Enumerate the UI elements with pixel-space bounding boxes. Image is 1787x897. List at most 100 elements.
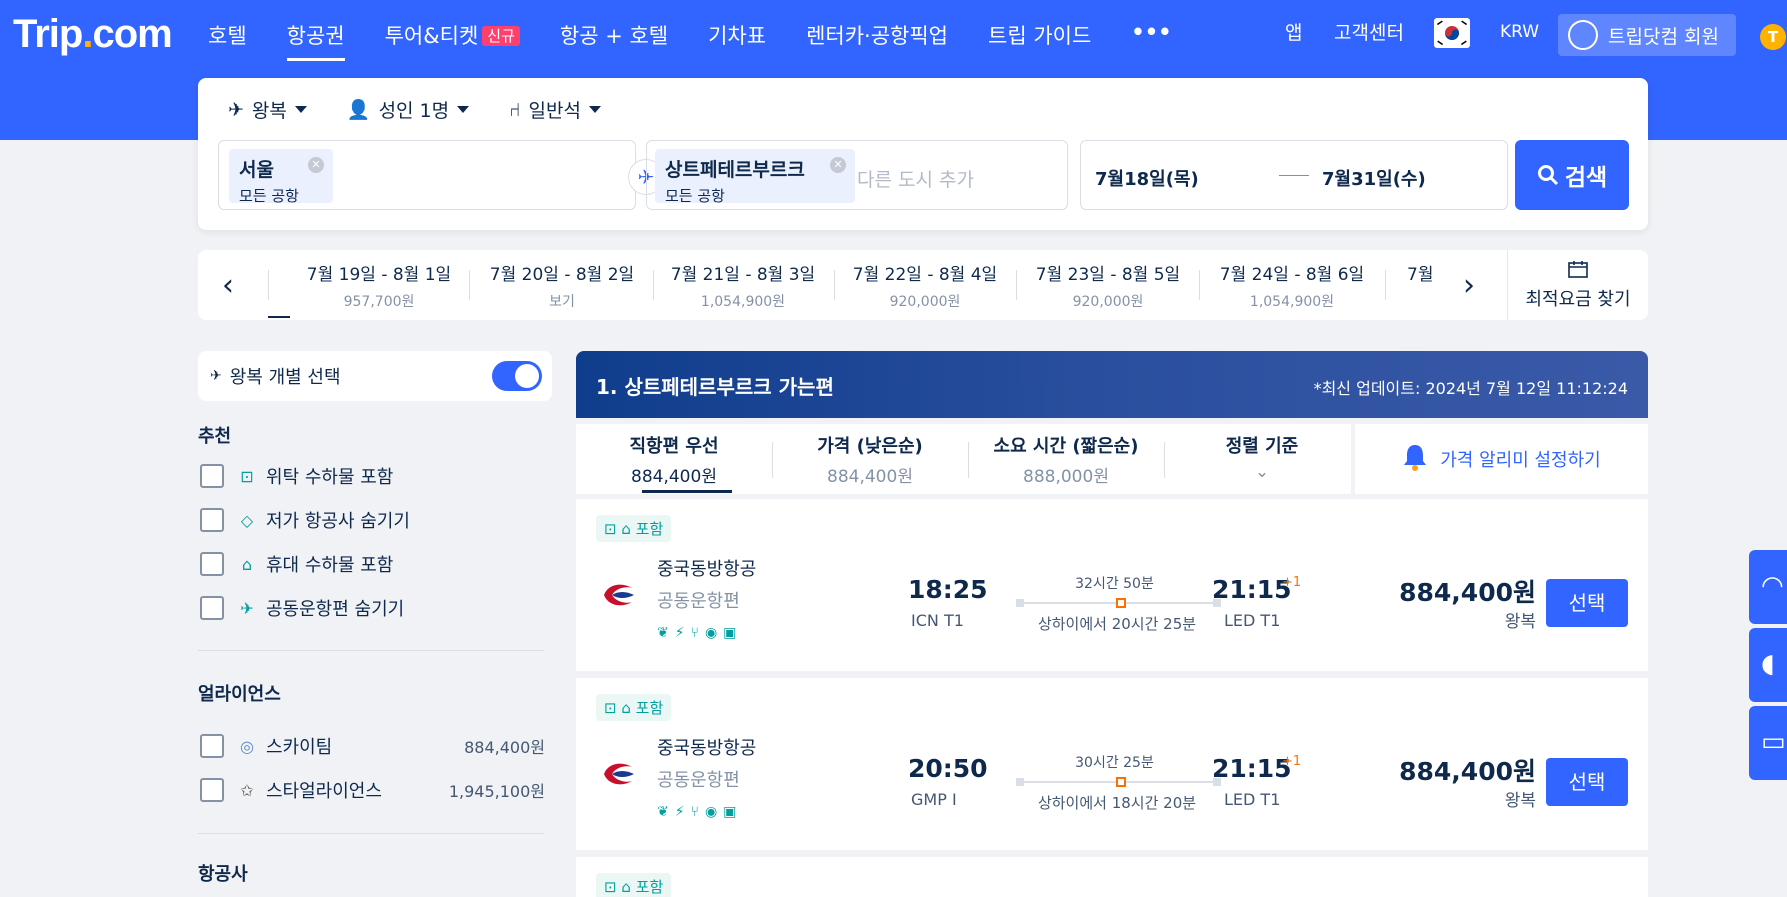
date-option[interactable]: 7월 20일 - 8월 2일 보기 [472,260,652,311]
flight-price: 884,400원 [1399,757,1536,786]
nav-hotels[interactable]: 호텔 [208,20,247,50]
date-price: 1,054,900원 [700,294,786,310]
select-flight-button[interactable]: 선택 [1546,579,1628,627]
search-button[interactable]: 검색 [1515,140,1629,210]
codeshare-label: 공동운항편 [657,770,740,791]
date-option[interactable]: 7월 22일 - 8월 4일 920,000원 [835,260,1015,311]
remove-origin-icon[interactable]: ✕ [308,157,324,173]
search-icon [1537,165,1558,186]
filter-hide-codeshare[interactable]: ✈ 공동운항편 숨기기 [200,595,545,621]
member-button[interactable]: 트립닷컴 회원 [1558,14,1736,56]
flight-card[interactable]: ⊡ ⌂ 포함 중국동방항공 공동운항편 ❦⚡⑂◉▣ 20:50 GMP I 30… [576,678,1648,850]
caret-down-icon [589,106,601,113]
price-alert-button[interactable]: 가격 알리미 설정하기 [1355,424,1648,494]
headset-side-icon[interactable]: ◖ [1749,628,1787,702]
calendar-icon [1508,260,1648,283]
tag-label: 포함 [635,520,664,538]
sort-label: 직항편 우선 [629,436,719,457]
korea-flag-icon[interactable] [1434,18,1470,48]
sort-label: 가격 (낮은순) [817,436,923,457]
feedback-side-icon[interactable]: ◠ [1749,550,1787,624]
arrival-time: 21:15 [1212,754,1292,783]
bell-icon [1402,443,1428,476]
recommend-title: 추천 [198,426,232,447]
date-option-partial[interactable]: 7월 [1407,260,1433,285]
departure-time: 18:25 [908,575,988,604]
flight-card[interactable]: ⊡ ⌂ 포함 [576,857,1648,897]
separate-select-toggle[interactable] [492,361,542,391]
filter-checked-baggage[interactable]: ⊡ 위탁 수하물 포함 [200,463,545,489]
cheapest-fare-button[interactable]: 최적요금 찾기 [1507,250,1648,320]
date-option[interactable]: 7월 23일 - 8월 5일 920,000원 [1018,260,1198,311]
date-divider [268,270,269,300]
checkbox[interactable] [200,596,224,620]
destination-chip[interactable]: 상트페테르부르크 모든 공항 ✕ [655,149,855,205]
caret-down-icon [457,106,470,113]
origin-chip[interactable]: 서울 모든 공항 ✕ [229,149,333,205]
trip-type-label: 왕복 [251,100,287,122]
nav-trains[interactable]: 기차표 [708,20,766,50]
select-flight-button[interactable]: 선택 [1546,758,1628,806]
return-date[interactable]: 7월31일(수) [1322,165,1426,191]
checkbox[interactable] [200,464,224,488]
flight-card[interactable]: ⊡ ⌂ 포함 중국동방항공 공동운항편 ❦⚡⑂◉▣ 18:25 ICN T1 3… [576,499,1648,671]
cabin-select[interactable]: ⑁ 일반석 [509,96,601,123]
support-link[interactable]: 고객센터 [1334,18,1404,45]
checkbox[interactable] [200,734,224,758]
trip-logo[interactable]: Trip.com [13,12,173,57]
price-alert-label: 가격 알리미 설정하기 [1440,450,1601,471]
date-option[interactable]: 7월 19일 - 8월 1일 957,700원 [289,260,469,311]
sort-duration[interactable]: 소요 시간 (짧은순) 888,000원 [968,432,1164,487]
date-field[interactable]: 7월18일(목) 7월31일(수) [1080,140,1508,210]
filter-carry-on[interactable]: ⌂ 휴대 수하물 포함 [200,551,545,577]
prev-dates-icon[interactable]: ‹ [222,268,234,303]
nav-car-rental[interactable]: 렌터카·공항픽업 [806,20,948,50]
next-day-indicator: +1 [1282,754,1302,769]
nav-links: 호텔 항공권 투어&티켓 신규 항공 + 호텔 기차표 렌터카·공항픽업 트립 가… [208,20,1212,61]
luggage-icon: ⊡ ⌂ [604,520,636,538]
filter-hide-lcc[interactable]: ◇ 저가 항공사 숨기기 [200,507,545,533]
active-date-indicator [268,316,290,318]
checkbox[interactable] [200,508,224,532]
nav-tours[interactable]: 투어&티켓 신규 [385,20,520,50]
date-range: 7월 23일 - 8월 5일 [1035,265,1181,285]
passengers-select[interactable]: 👤 성인 1명 [347,96,470,123]
device-side-icon[interactable]: ▭ [1749,706,1787,780]
luggage-icon: ⊡ ⌂ [604,699,636,717]
departure-time: 20:50 [908,754,988,783]
amenities-icons: ❦⚡⑂◉▣ [657,625,743,641]
date-price: 보기 [549,294,575,310]
filter-label: 스카이팀 [266,737,333,758]
remove-destination-icon[interactable]: ✕ [830,157,846,173]
app-link[interactable]: 앱 [1285,18,1302,45]
stopover-marker [1116,777,1126,787]
checkbox[interactable] [200,552,224,576]
nav-flights[interactable]: 항공권 [286,20,345,61]
nav-tours-label: 투어&티켓 [384,24,479,48]
separate-select-card: ✈ 왕복 개별 선택 [198,351,552,401]
trip-coin-icon[interactable]: T [1760,24,1786,50]
destination-field[interactable]: 상트페테르부르크 모든 공항 ✕ 다른 도시 추가 [646,140,1068,210]
trip-type-select[interactable]: ✈ 왕복 [228,96,307,123]
next-dates-icon[interactable]: › [1463,268,1475,303]
date-option[interactable]: 7월 24일 - 8월 6일 1,054,900원 [1202,260,1382,311]
currency-selector[interactable]: KRW [1500,22,1539,42]
sort-price-asc[interactable]: 가격 (낮은순) 884,400원 [772,432,968,487]
checkbox[interactable] [200,778,224,802]
sort-by-dropdown[interactable]: 정렬 기준 ⌄ [1164,432,1360,482]
add-city-input[interactable]: 다른 도시 추가 [857,165,974,192]
filter-skyteam[interactable]: ◎ 스카이팀 884,400원 [200,733,545,759]
price-type: 왕복 [1504,612,1536,632]
date-option[interactable]: 7월 21일 - 8월 3일 1,054,900원 [653,260,833,311]
origin-field[interactable]: 서울 모든 공항 ✕ [218,140,636,210]
sort-direct[interactable]: 직항편 우선 884,400원 [576,432,772,487]
more-menu-icon[interactable]: ••• [1131,20,1171,50]
route-start [1016,778,1024,786]
arrival-airport: LED T1 [1224,790,1281,809]
nav-flight-hotel[interactable]: 항공 + 호텔 [560,20,668,50]
date-range: 7월 19일 - 8월 1일 [306,265,452,285]
airline-name: 중국동방항공 [657,559,757,580]
depart-date[interactable]: 7월18일(목) [1095,165,1199,191]
filter-star-alliance[interactable]: ✩ 스타얼라이언스 1,945,100원 [200,777,545,803]
nav-trip-guide[interactable]: 트립 가이드 [988,20,1091,50]
